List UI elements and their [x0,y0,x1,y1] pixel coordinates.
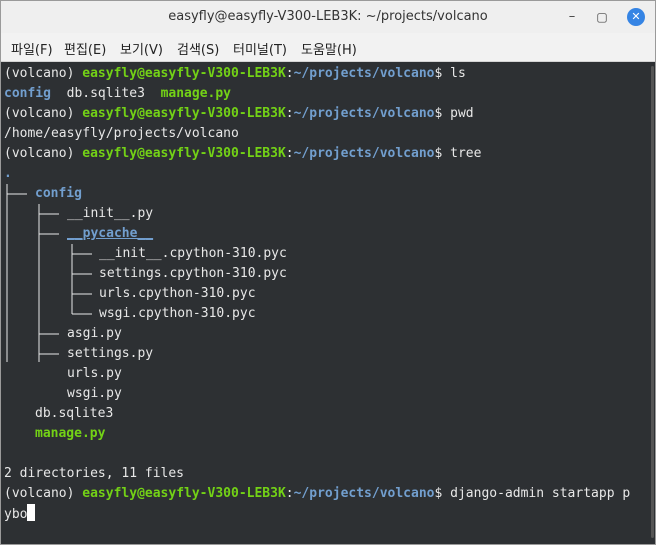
menu-terminal[interactable]: 터미널(T) [233,39,287,58]
menu-edit[interactable]: 편집(E) [64,39,106,58]
tree-file: __init__.cpython-310.pyc [99,246,287,261]
tree-file: db.sqlite3 [35,406,114,421]
window-title: easyfly@easyfly-V300-LEB3K: ~/projects/v… [168,9,488,24]
tree-file: wsgi.py [67,386,122,401]
tree-root: . [4,166,12,181]
prompt-path: ~/projects/volcano [293,106,435,121]
terminal-output[interactable]: (volcano) easyfly@easyfly-V300-LEB3K:~/p… [1,62,655,544]
venv-label: (volcano) [4,486,75,501]
command-text: tree [450,146,482,161]
ls-output: config db.sqlite3 manage.py [4,84,231,104]
command-text: ls [450,66,466,81]
pwd-output: /home/easyfly/projects/volcano [4,126,239,141]
tree-file-exec: manage.py [35,426,106,441]
menu-bar: 파일(F) 편집(E) 보기(V) 검색(S) 터미널(T) 도움말(H) [1,33,655,62]
prompt-line-tree: (volcano) easyfly@easyfly-V300-LEB3K:~/p… [4,146,482,161]
tree-file: asgi.py [67,326,122,341]
prompt-path: ~/projects/volcano [293,486,435,501]
tree-file: urls.py [67,366,122,381]
maximize-icon[interactable]: ▢ [593,8,611,26]
ls-exec: manage.py [160,86,232,101]
text-cursor [27,504,36,521]
venv-label: (volcano) [4,106,75,121]
prompt-symbol: $ [434,106,443,121]
prompt-symbol: $ [434,486,443,501]
command-continuation: ybo [4,507,28,522]
tree-file: wsgi.cpython-310.pyc [99,306,256,321]
tree-file: settings.py [67,346,154,361]
prompt-symbol: $ [434,146,443,161]
command-text: django-admin startapp p [450,486,631,501]
prompt-line-pwd: (volcano) easyfly@easyfly-V300-LEB3K:~/p… [4,106,474,121]
tree-dir-config: config [35,186,82,201]
user-host: easyfly@easyfly-V300-LEB3K [82,66,286,81]
prompt-symbol: $ [434,66,443,81]
venv-label: (volcano) [4,66,75,81]
user-host: easyfly@easyfly-V300-LEB3K [82,106,286,121]
command-text: pwd [450,106,474,121]
prompt-line-ls: (volcano) easyfly@easyfly-V300-LEB3K:~/p… [4,66,466,81]
tree-summary: 2 directories, 11 files [4,466,185,481]
minimize-icon[interactable]: – [563,8,581,26]
prompt-path: ~/projects/volcano [293,66,435,81]
title-bar[interactable]: easyfly@easyfly-V300-LEB3K: ~/projects/v… [1,1,655,34]
menu-help[interactable]: 도움말(H) [301,39,357,58]
prompt-line-startapp: (volcano) easyfly@easyfly-V300-LEB3K:~/p… [4,486,631,501]
tree-file: settings.cpython-310.pyc [99,266,287,281]
tree-dir-pycache: __pycache__ [67,226,154,241]
menu-view[interactable]: 보기(V) [120,39,163,58]
ls-dir: config [4,86,51,101]
tree-file: __init__.py [67,206,154,221]
terminal-window: easyfly@easyfly-V300-LEB3K: ~/projects/v… [0,0,656,545]
prompt-path: ~/projects/volcano [293,146,435,161]
ls-file: db.sqlite3 [66,86,145,101]
user-host: easyfly@easyfly-V300-LEB3K [82,486,286,501]
close-icon[interactable]: ✕ [627,8,645,26]
tree-file: urls.cpython-310.pyc [99,286,256,301]
input-line[interactable]: ybo [4,504,36,525]
user-host: easyfly@easyfly-V300-LEB3K [82,146,286,161]
venv-label: (volcano) [4,146,75,161]
scrollbar[interactable] [651,66,654,538]
menu-search[interactable]: 검색(S) [177,39,219,58]
menu-file[interactable]: 파일(F) [11,39,53,58]
